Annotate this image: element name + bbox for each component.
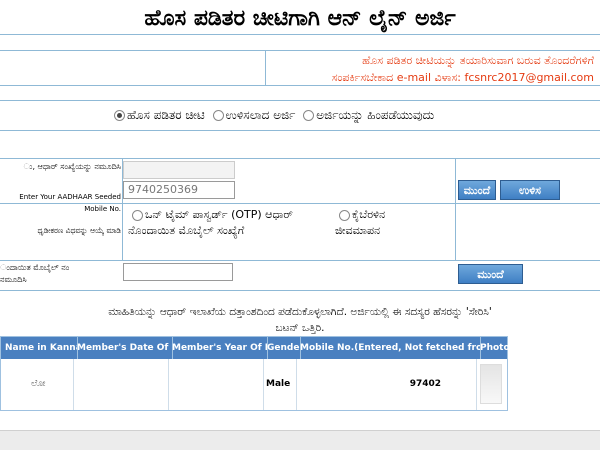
auth-type-label: ಧೃಡೀಕರಣ ವಿಧವನ್ನು ಆಯ್ಕೆ ಮಾಡಿ bbox=[37, 226, 121, 235]
application-type-radios: ಹೊಸ ಪಡಿತರ ಚೀಟಿ ಉಳಿಸಲಾದ ಅರ್ಜಿ ಅರ್ಜಿಯನ್ನು … bbox=[110, 105, 530, 125]
header-name: Name in Kannada bbox=[1, 337, 78, 359]
otp-label-line-1: ಒನ್ ಟೈಮ್ ಪಾಸ್ವರ್ಡ್ (OTP) ಆಧಾರ್ bbox=[145, 208, 293, 221]
header-mobile: Mobile No.(Entered, Not fetched from Aad… bbox=[296, 337, 481, 359]
registered-mobile-label-1: ಂದಾಯಿತ ಮೊಬೈಲ್ ನಂ bbox=[0, 263, 70, 272]
biometric-label-line-1: ಕೈಬೆರಳಿನ bbox=[352, 208, 386, 221]
notice-line-2: ಸಂಪರ್ಕಿಸಬೇಕಾದ e-mail ವಿಳಾಸ: fcsnrc2017@g… bbox=[331, 71, 594, 84]
mobile-next-button[interactable]: ಮುಂದೆ bbox=[458, 264, 523, 284]
registered-mobile-input[interactable] bbox=[123, 263, 233, 281]
header-yob: Member's Year Of Birth bbox=[168, 337, 268, 359]
radio-new-card[interactable]: ಹೊಸ ಪಡಿತರ ಚೀಟಿ bbox=[110, 108, 205, 122]
radio-saved-application[interactable]: ಉಳಿಸಲಾದ ಅರ್ಜಿ bbox=[209, 108, 295, 122]
status-bar bbox=[0, 430, 600, 450]
biometric-label-line-2: ಜೀವಮಾಪನ bbox=[335, 224, 381, 237]
radio-unselected-icon bbox=[132, 209, 143, 221]
radio-selected-icon bbox=[114, 110, 125, 121]
radio-otp[interactable]: ಒನ್ ಟೈಮ್ ಪಾಸ್ವರ್ಡ್ (OTP) ಆಧಾರ್ ನೊಂದಾಯಿತ … bbox=[128, 207, 318, 239]
radio-biometric[interactable]: ಕೈಬೆರಳಿನ ಜೀವಮಾಪನ bbox=[335, 207, 425, 239]
aadhaar-label: ು, ಆಧಾರ್ ಸಂಖ್ಯೆಯನ್ನು ನಮೂದಿಸಿ bbox=[23, 162, 121, 171]
table-header: Name in Kannada Member's Date Of Birth M… bbox=[1, 337, 510, 359]
member-table: Name in Kannada Member's Date Of Birth M… bbox=[0, 336, 510, 411]
cell-name: ಲೋ bbox=[31, 379, 46, 389]
otp-label-line-2: ನೊಂದಾಯಿತ ಮೊಬೈಲ್ ಸಂಖ್ಯೆಗೆ bbox=[128, 224, 245, 237]
info-line-1: ಮಾಹಿತಿಯನ್ನು ಆಧಾರ್ ಇಲಾಖೆಯ ದತ್ತಾಂಶದಿಂದ ಪಡೆ… bbox=[108, 306, 492, 318]
info-line-2: ಬಟನ್ ಒತ್ತಿರಿ. bbox=[275, 322, 325, 334]
cell-mobile: 97402 bbox=[409, 379, 441, 389]
header-photo: Photo bbox=[480, 343, 510, 353]
aadhaar-mobile-input[interactable]: 9740250369 bbox=[123, 181, 235, 199]
registered-mobile-label-2: ನಮೂದಿಸಿ bbox=[0, 275, 27, 284]
page-title: ಹೊಸ ಪಡಿತರ ಚೀಟಿಗಾಗಿ ಆನ್ ಲೈನ್ ಅರ್ಜಿ bbox=[144, 6, 456, 31]
radio-unselected-icon bbox=[212, 110, 224, 121]
aadhaar-number-input[interactable] bbox=[123, 161, 235, 179]
aadhaar-info-text: ಮಾಹಿತಿಯನ್ನು ಆಧಾರ್ ಇಲಾಖೆಯ ದತ್ತಾಂಶದಿಂದ ಪಡೆ… bbox=[2, 304, 598, 336]
member-photo bbox=[480, 364, 502, 404]
next-button[interactable]: ಮುಂದೆ bbox=[458, 180, 496, 200]
save-button[interactable]: ಉಳಿಸ bbox=[500, 180, 560, 200]
radio-unselected-icon bbox=[303, 110, 315, 121]
cell-gender: Male bbox=[266, 379, 291, 389]
notice-line-1: ಹೊಸ ಪಡಿತರ ಚೀಟಿಯನ್ನು ತಯಾರಿಸುವಾಗ ಬರುವ ತೊಂದ… bbox=[362, 54, 594, 67]
table-row: ಲೋ Male 97402 bbox=[1, 359, 507, 410]
contact-notice: ಹೊಸ ಪಡಿತರ ಚೀಟಿಯನ್ನು ತಯಾರಿಸುವಾಗ ಬರುವ ತೊಂದ… bbox=[264, 52, 594, 86]
radio-unselected-icon bbox=[339, 209, 350, 221]
radio-withdraw-application[interactable]: ಅರ್ಜಿಯನ್ನು ಹಿಂಪಡೆಯುವುದು bbox=[299, 108, 434, 122]
header-dob: Member's Date Of Birth bbox=[73, 337, 173, 359]
